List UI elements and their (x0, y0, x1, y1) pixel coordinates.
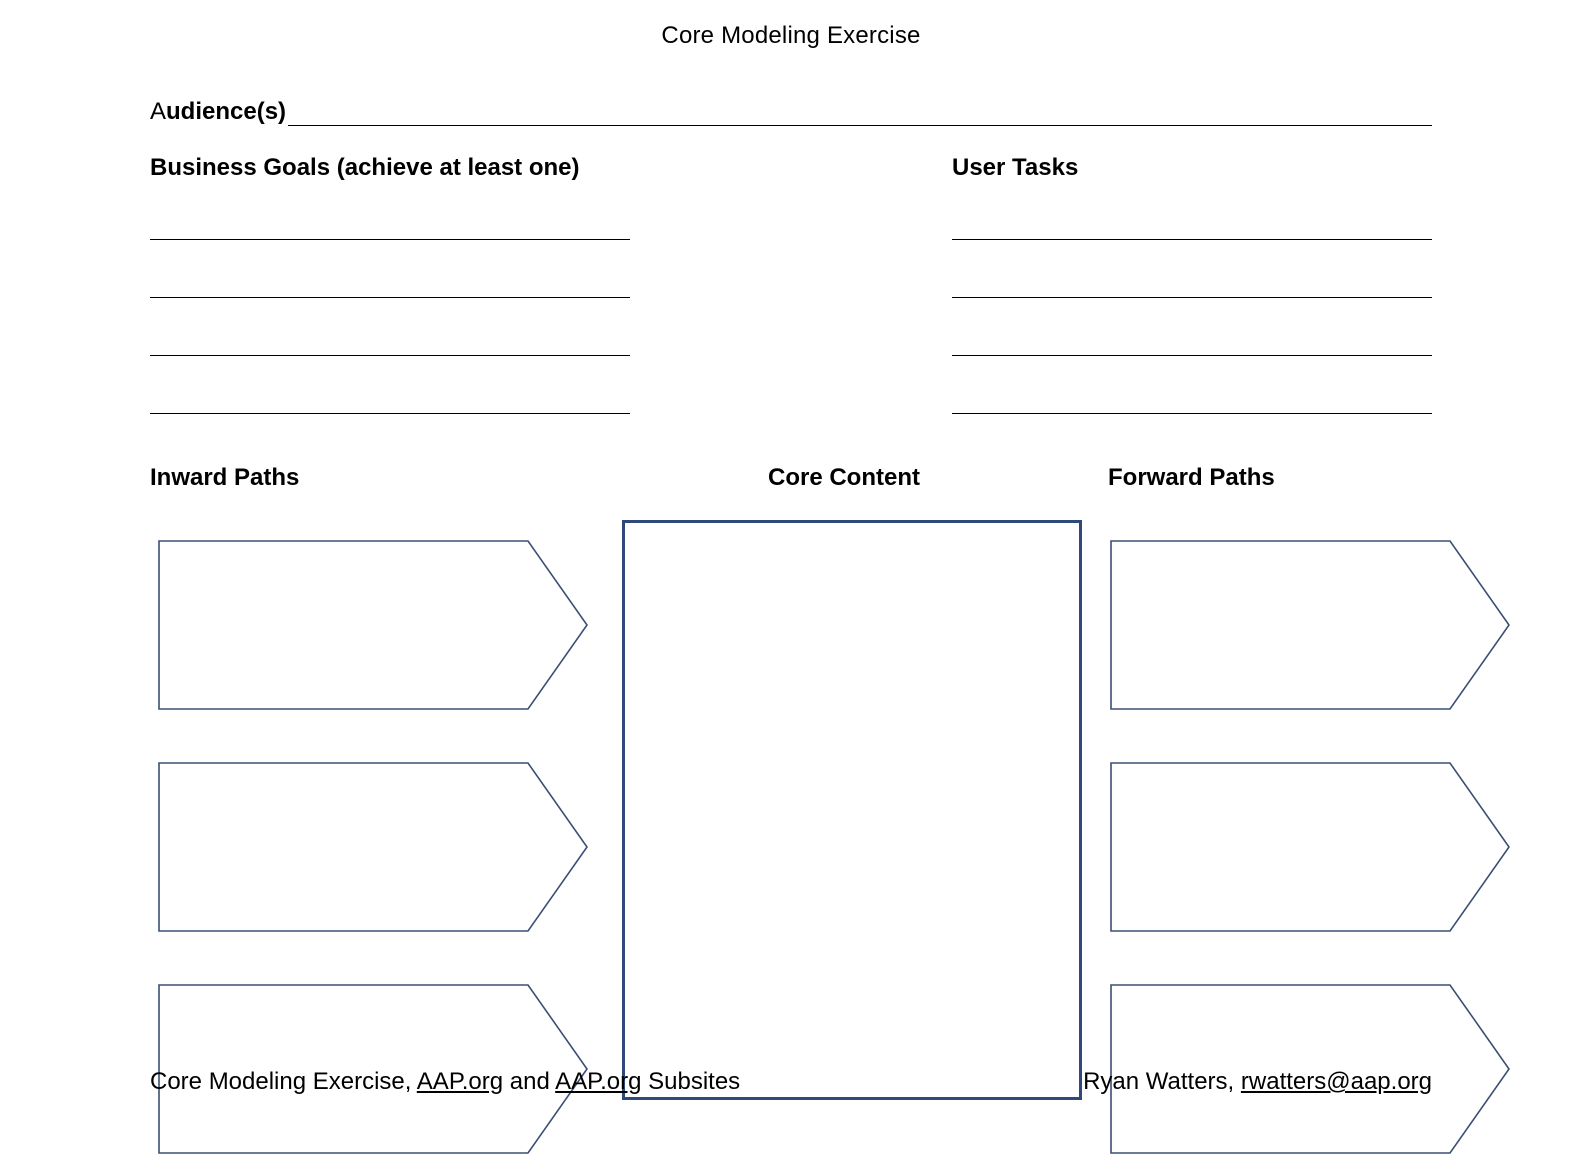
user-task-line-1 (952, 218, 1432, 240)
inward-arrows-column (158, 540, 588, 1154)
inward-paths-heading: Inward Paths (150, 464, 768, 492)
user-tasks-column: User Tasks (952, 154, 1432, 450)
diagram-area (150, 520, 1432, 1110)
forward-arrows-column (1110, 540, 1510, 1154)
business-goals-heading: Business Goals (achieve at least one) (150, 154, 952, 182)
audience-row: Audience(s) (150, 98, 1432, 126)
audience-fill-line (288, 104, 1432, 126)
footer-left: Core Modeling Exercise, AAP.org and AAP.… (150, 1068, 740, 1096)
user-task-line-3 (952, 334, 1432, 356)
footer-link-aap-2[interactable]: AAP.org (555, 1068, 641, 1095)
worksheet-page: Core Modeling Exercise Audience(s) Busin… (0, 0, 1582, 1124)
core-content-heading: Core Content (768, 464, 1108, 492)
business-goals-column: Business Goals (achieve at least one) (150, 154, 952, 450)
business-goal-line-1 (150, 218, 630, 240)
forward-arrow-2 (1110, 762, 1510, 932)
inward-arrow-1 (158, 540, 588, 710)
footer-left-suffix: Subsites (641, 1068, 740, 1095)
business-goal-line-2 (150, 276, 630, 298)
footer-link-aap-1[interactable]: AAP.org (417, 1068, 503, 1095)
footer-left-prefix: Core Modeling Exercise, (150, 1068, 417, 1095)
inward-arrow-2 (158, 762, 588, 932)
core-content-box (622, 520, 1082, 1100)
audience-label-thin: A (150, 98, 166, 125)
page-footer: Core Modeling Exercise, AAP.org and AAP.… (150, 1068, 1432, 1096)
footer-left-mid: and (503, 1068, 555, 1095)
business-goal-line-3 (150, 334, 630, 356)
user-task-line-2 (952, 276, 1432, 298)
forward-arrow-1 (1110, 540, 1510, 710)
page-title: Core Modeling Exercise (150, 22, 1432, 50)
audience-label-bold: udience(s) (166, 98, 286, 125)
footer-author-name: Ryan Watters, (1083, 1068, 1241, 1095)
diagram-headings-row: Inward Paths Core Content Forward Paths (150, 464, 1432, 492)
footer-right: Ryan Watters, rwatters@aap.org (1083, 1068, 1432, 1096)
user-tasks-heading: User Tasks (952, 154, 1432, 182)
goals-tasks-row: Business Goals (achieve at least one) Us… (150, 154, 1432, 450)
footer-author-email[interactable]: rwatters@aap.org (1241, 1068, 1432, 1095)
forward-paths-heading: Forward Paths (1108, 464, 1432, 492)
audience-label: Audience(s) (150, 98, 286, 126)
user-task-line-4 (952, 392, 1432, 414)
business-goal-line-4 (150, 392, 630, 414)
